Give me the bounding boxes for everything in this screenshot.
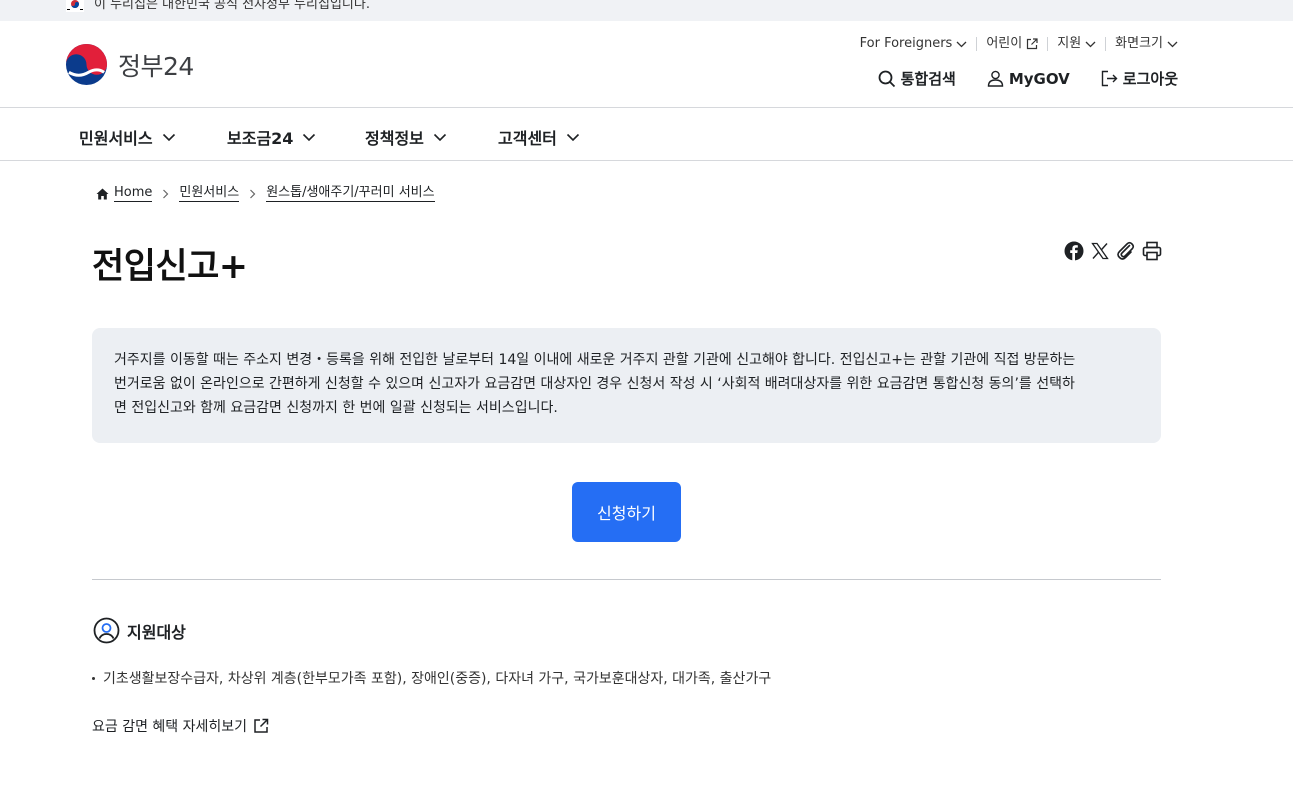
util-kids[interactable]: 어린이 <box>976 37 1047 51</box>
breadcrumb: Home 민원서비스 원스톱/생애주기/꾸러미 서비스 <box>96 185 435 202</box>
list-item: 기초생활보장수급자, 차상위 계층(한부모가족 포함), 장애인(중증), 다자… <box>92 668 771 688</box>
nav-customer-center[interactable]: 고객센터 <box>498 125 580 149</box>
chevron-right-icon <box>162 189 169 199</box>
chevron-down-icon <box>1085 41 1096 47</box>
util-for-foreigners[interactable]: For Foreigners <box>860 37 977 51</box>
description-line: 면 전입신고와 함께 요금감면 신청까지 한 번에 일괄 신청되는 서비스입니다… <box>114 400 558 416</box>
mygov-label: MyGOV <box>1008 69 1070 88</box>
mygov-button[interactable]: MyGOV <box>987 70 1070 88</box>
facebook-icon[interactable] <box>1063 240 1085 262</box>
share-toolbar <box>1063 240 1167 262</box>
site-header: 정부24 For Foreigners 어린이 지원 화면크기 통합검색 MyG… <box>0 21 1293 108</box>
util-support[interactable]: 지원 <box>1047 37 1105 51</box>
utility-links: For Foreigners 어린이 지원 화면크기 <box>860 37 1187 51</box>
section-title: 지원대상 <box>127 622 186 642</box>
external-link-icon <box>254 718 269 733</box>
chevron-down-icon <box>956 41 967 47</box>
nav-label: 정책정보 <box>365 129 424 148</box>
description-line: 거주지를 이동할 때는 주소지 변경・등록을 위해 전입한 날로부터 14일 이… <box>114 352 1076 368</box>
discount-detail-link[interactable]: 요금 감면 혜택 자세히보기 <box>92 716 269 736</box>
link-icon[interactable] <box>1115 240 1137 262</box>
korea-flag-icon <box>66 0 84 12</box>
list-item-text: 기초생활보장수급자, 차상위 계층(한부모가족 포함), 장애인(중증), 다자… <box>103 671 772 687</box>
chevron-down-icon <box>566 133 579 141</box>
search-icon <box>878 70 895 87</box>
eligibility-list: 기초생활보장수급자, 차상위 계층(한부모가족 포함), 장애인(중증), 다자… <box>92 668 771 688</box>
nav-label: 민원서비스 <box>79 129 153 148</box>
nav-label: 고객센터 <box>498 129 557 148</box>
chevron-down-icon <box>162 133 175 141</box>
logo-text: 정부24 <box>118 51 194 81</box>
chevron-down-icon <box>303 133 316 141</box>
main-actions: 통합검색 MyGOV 로그아웃 <box>847 68 1178 89</box>
nav-civil-service[interactable]: 민원서비스 <box>79 125 176 149</box>
government-emblem-icon <box>65 43 108 86</box>
detail-link-label: 요금 감면 혜택 자세히보기 <box>92 719 248 735</box>
util-label: For Foreigners <box>859 36 953 51</box>
nav-label: 보조금24 <box>227 129 294 148</box>
banner-text: 이 누리집은 대한민국 공식 전자정부 누리집입니다. <box>94 0 370 12</box>
breadcrumb-civil-service[interactable]: 민원서비스 <box>179 185 240 202</box>
util-label: 어린이 <box>986 36 1023 51</box>
logout-icon <box>1101 70 1118 87</box>
nav-policy-info[interactable]: 정책정보 <box>365 125 447 149</box>
description-line: 번거로움 없이 온라인으로 간편하게 신청할 수 있으며 신고자가 요금감면 대… <box>114 376 1075 392</box>
search-button[interactable]: 통합검색 <box>878 68 956 89</box>
bullet-dot <box>92 676 95 680</box>
logout-label: 로그아웃 <box>1122 70 1178 88</box>
section-eligibility: 지원대상 <box>93 617 186 644</box>
chevron-down-icon <box>433 133 446 141</box>
logout-button[interactable]: 로그아웃 <box>1101 68 1178 89</box>
user-circle-icon <box>93 617 120 644</box>
nav-subsidy24[interactable]: 보조금24 <box>227 125 316 149</box>
apply-button[interactable]: 신청하기 <box>572 482 681 542</box>
search-label: 통합검색 <box>900 70 956 88</box>
util-screen-size[interactable]: 화면크기 <box>1105 37 1187 51</box>
service-description: 거주지를 이동할 때는 주소지 변경・등록을 위해 전입한 날로부터 14일 이… <box>92 328 1161 443</box>
x-icon[interactable] <box>1089 240 1111 262</box>
breadcrumb-onestop[interactable]: 원스톱/생애주기/꾸러미 서비스 <box>266 185 435 202</box>
section-divider <box>92 579 1161 580</box>
page-title: 전입신고+ <box>92 247 248 287</box>
global-nav: 민원서비스 보조금24 정책정보 고객센터 <box>0 108 1293 161</box>
gov-banner: 이 누리집은 대한민국 공식 전자정부 누리집입니다. <box>0 0 1293 21</box>
chevron-down-icon <box>1167 41 1178 47</box>
home-icon <box>96 188 109 200</box>
external-link-icon <box>1027 38 1038 50</box>
site-logo[interactable]: 정부24 <box>65 43 194 86</box>
user-icon <box>987 70 1004 87</box>
chevron-right-icon <box>249 189 256 199</box>
util-label: 지원 <box>1057 36 1082 51</box>
breadcrumb-home[interactable]: Home <box>114 185 153 202</box>
util-label: 화면크기 <box>1115 36 1163 51</box>
print-icon[interactable] <box>1141 240 1163 262</box>
